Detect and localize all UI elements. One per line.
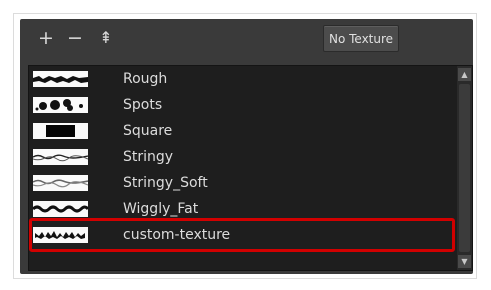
remove-texture-button[interactable]: − <box>65 28 85 48</box>
vertical-scrollbar[interactable]: ▲ ▼ <box>457 66 472 270</box>
texture-name: Square <box>123 123 173 139</box>
scroll-down-arrow-icon[interactable]: ▼ <box>458 255 471 268</box>
rough-texture-icon <box>33 71 88 87</box>
texture-name: Stringy <box>123 149 174 165</box>
texture-row-stringy[interactable]: Stringy <box>29 144 451 170</box>
texture-name: Rough <box>123 71 168 87</box>
scroll-up-arrow-icon[interactable]: ▲ <box>458 68 471 81</box>
texture-row-rough[interactable]: Rough <box>29 66 451 92</box>
texture-name: Wiggly_Fat <box>123 201 199 217</box>
scrollbar-thumb[interactable] <box>459 84 470 252</box>
texture-row-square[interactable]: Square <box>29 118 451 144</box>
wiggly-fat-texture-icon <box>33 201 88 217</box>
texture-row-stringy-soft[interactable]: Stringy_Soft <box>29 170 451 196</box>
texture-toolbar: + − ⇞ No Texture <box>20 19 473 61</box>
texture-name: custom-texture <box>123 227 231 243</box>
custom-texture-icon <box>33 227 88 243</box>
stringy-texture-icon <box>33 149 88 165</box>
texture-name: Stringy_Soft <box>123 175 208 191</box>
texture-row-custom[interactable]: custom-texture <box>29 222 451 248</box>
texture-name: Spots <box>123 97 163 113</box>
brush-texture-panel: + − ⇞ No Texture Rough Spots Square Stri… <box>20 19 473 274</box>
texture-list: Rough Spots Square Stringy Stringy_Soft <box>28 65 473 271</box>
texture-row-wiggly-fat[interactable]: Wiggly_Fat <box>29 196 451 222</box>
spots-texture-icon <box>33 97 88 113</box>
no-texture-button[interactable]: No Texture <box>323 25 399 52</box>
add-texture-button[interactable]: + <box>36 28 56 48</box>
texture-row-spots[interactable]: Spots <box>29 92 451 118</box>
stringy-soft-texture-icon <box>33 175 88 191</box>
square-texture-icon <box>33 123 88 139</box>
import-texture-button[interactable]: ⇞ <box>96 28 116 48</box>
